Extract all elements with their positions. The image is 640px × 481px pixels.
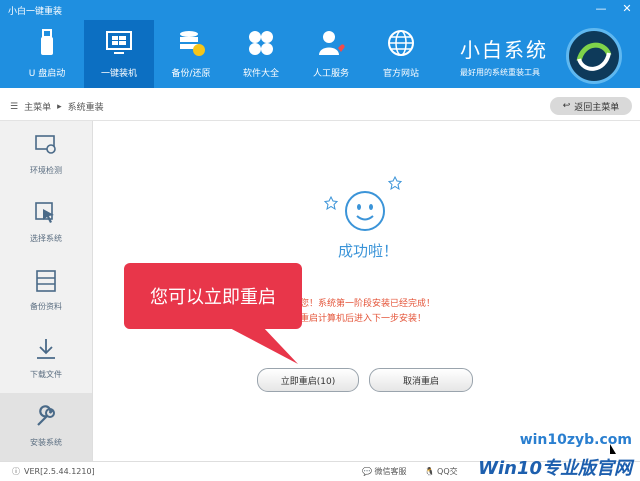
- callout-pointer: [226, 326, 298, 364]
- watermark-title: Win10专业版官网: [478, 458, 632, 479]
- qq-label: QQ交: [437, 467, 458, 476]
- wechat-label: 微信客服: [374, 467, 407, 476]
- wechat-support-link[interactable]: 💬 微信客服: [362, 466, 407, 477]
- version-text: VER[2.5.44.1210]: [24, 467, 95, 476]
- wechat-icon: 💬: [362, 467, 372, 476]
- callout-box: 您可以立即重启: [124, 263, 302, 329]
- qq-link[interactable]: 🐧 QQ交: [425, 466, 458, 477]
- version-info: ⓘ VER[2.5.44.1210]: [12, 466, 95, 477]
- info-icon: ⓘ: [12, 467, 20, 476]
- qq-icon: 🐧: [424, 467, 435, 476]
- mouse-cursor-icon: [610, 444, 616, 454]
